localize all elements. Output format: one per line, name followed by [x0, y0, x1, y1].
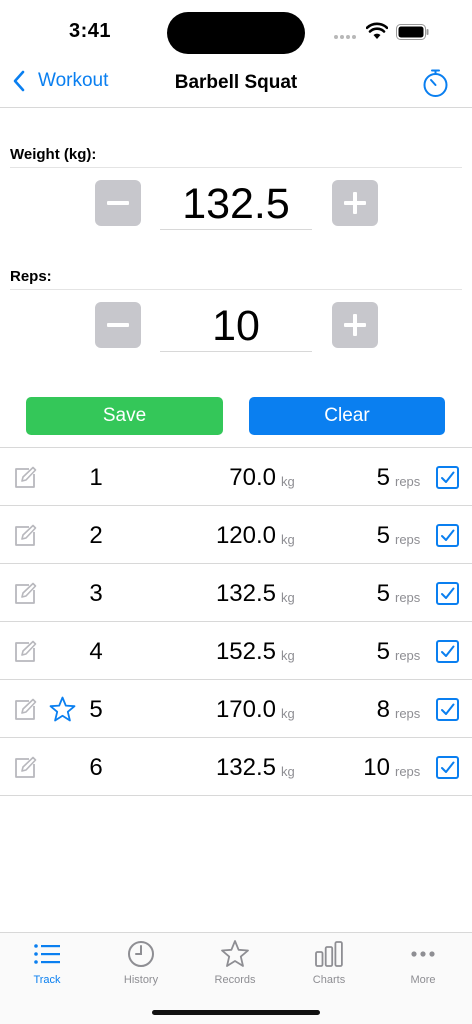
stopwatch-icon[interactable]	[422, 69, 449, 98]
checkmark-icon	[441, 761, 455, 773]
set-reps: 8	[376, 696, 390, 723]
edit-icon[interactable]	[13, 640, 37, 664]
set-weight: 70.0	[229, 464, 276, 491]
status-time: 3:41	[69, 20, 112, 42]
edit-icon[interactable]	[13, 698, 37, 722]
reps-input[interactable]: 10	[160, 300, 312, 352]
completed-checkbox[interactable]	[436, 466, 459, 489]
set-number: 1	[89, 464, 103, 491]
battery-icon	[396, 24, 429, 40]
completed-checkbox[interactable]	[436, 640, 459, 663]
weight-increment-button[interactable]	[332, 180, 378, 226]
tab-label: History	[123, 974, 159, 986]
checkmark-icon	[441, 645, 455, 657]
set-number: 3	[89, 580, 103, 607]
weight-unit: kg	[281, 764, 295, 779]
tab-charts[interactable]: Charts	[282, 939, 376, 995]
set-reps: 5	[376, 580, 390, 607]
weight-unit: kg	[281, 474, 295, 489]
reps-increment-button[interactable]	[332, 302, 378, 348]
tab-label: Charts	[312, 974, 346, 986]
star-icon	[49, 696, 76, 722]
status-bar: 3:41	[0, 0, 472, 60]
edit-icon[interactable]	[13, 466, 37, 490]
back-button-label: Workout	[38, 70, 109, 91]
checkmark-icon	[441, 529, 455, 541]
tab-label: Track	[33, 974, 61, 986]
edit-icon[interactable]	[13, 524, 37, 548]
tab-label: Records	[214, 974, 256, 986]
set-row[interactable]: 5 170.0 kg 8 reps	[0, 680, 472, 738]
set-row[interactable]: 3 132.5 kg 5 reps	[0, 564, 472, 622]
weight-label: Weight (kg):	[10, 146, 97, 163]
chevron-left-icon	[13, 70, 25, 92]
tab-history[interactable]: History	[94, 939, 188, 995]
reps-unit: reps	[395, 590, 421, 605]
wifi-icon	[366, 22, 388, 39]
set-number: 2	[89, 522, 103, 549]
reps-decrement-button[interactable]	[95, 302, 141, 348]
reps-unit: reps	[395, 532, 421, 547]
set-weight: 152.5	[215, 638, 276, 665]
checkmark-icon	[441, 703, 455, 715]
minus-icon	[107, 323, 129, 327]
clock-icon	[128, 941, 154, 967]
set-reps: 10	[363, 754, 390, 781]
home-indicator	[152, 1010, 320, 1015]
list-icon	[34, 944, 60, 964]
set-weight: 132.5	[215, 754, 276, 781]
divider	[10, 289, 462, 290]
completed-checkbox[interactable]	[436, 524, 459, 547]
dynamic-island	[167, 12, 305, 54]
set-weight: 120.0	[215, 522, 276, 549]
clear-button[interactable]: Clear	[249, 397, 445, 435]
checkmark-icon	[441, 471, 455, 483]
set-weight: 132.5	[215, 580, 276, 607]
completed-checkbox[interactable]	[436, 582, 459, 605]
reps-unit: reps	[395, 706, 421, 721]
set-reps: 5	[376, 522, 390, 549]
set-reps: 5	[376, 464, 390, 491]
set-number: 4	[89, 638, 103, 665]
ellipsis-icon	[411, 951, 435, 957]
set-row[interactable]: 6 132.5 kg 10 reps	[0, 738, 472, 796]
minus-icon	[107, 201, 129, 205]
tab-more[interactable]: More	[376, 939, 470, 995]
set-number: 6	[89, 754, 103, 781]
reps-unit: reps	[395, 474, 421, 489]
divider	[10, 167, 462, 168]
set-row[interactable]: 2 120.0 kg 5 reps	[0, 506, 472, 564]
weight-unit: kg	[281, 590, 295, 605]
set-list: 1 70.0 kg 5 reps 2 120.0 kg 5 reps 3 132…	[0, 447, 472, 796]
star-icon	[221, 940, 249, 967]
weight-unit: kg	[281, 532, 295, 547]
tab-records[interactable]: Records	[188, 939, 282, 995]
reps-unit: reps	[395, 764, 421, 779]
weight-decrement-button[interactable]	[95, 180, 141, 226]
weight-unit: kg	[281, 706, 295, 721]
weight-unit: kg	[281, 648, 295, 663]
edit-icon[interactable]	[13, 582, 37, 606]
cellular-signal-icon	[334, 35, 356, 39]
set-weight: 170.0	[215, 696, 276, 723]
tab-track[interactable]: Track	[0, 939, 94, 995]
tab-label: More	[410, 974, 436, 986]
back-button[interactable]: Workout	[12, 70, 108, 92]
reps-unit: reps	[395, 648, 421, 663]
checkmark-icon	[441, 587, 455, 599]
set-number: 5	[89, 696, 103, 723]
set-row[interactable]: 4 152.5 kg 5 reps	[0, 622, 472, 680]
weight-input[interactable]: 132.5	[160, 178, 312, 230]
set-reps: 5	[376, 638, 390, 665]
save-button[interactable]: Save	[26, 397, 223, 435]
completed-checkbox[interactable]	[436, 698, 459, 721]
completed-checkbox[interactable]	[436, 756, 459, 779]
set-row[interactable]: 1 70.0 kg 5 reps	[0, 448, 472, 506]
bar-chart-icon	[315, 941, 343, 967]
edit-icon[interactable]	[13, 756, 37, 780]
reps-label: Reps:	[10, 268, 52, 285]
navigation-bar: Workout Barbell Squat	[0, 62, 472, 108]
